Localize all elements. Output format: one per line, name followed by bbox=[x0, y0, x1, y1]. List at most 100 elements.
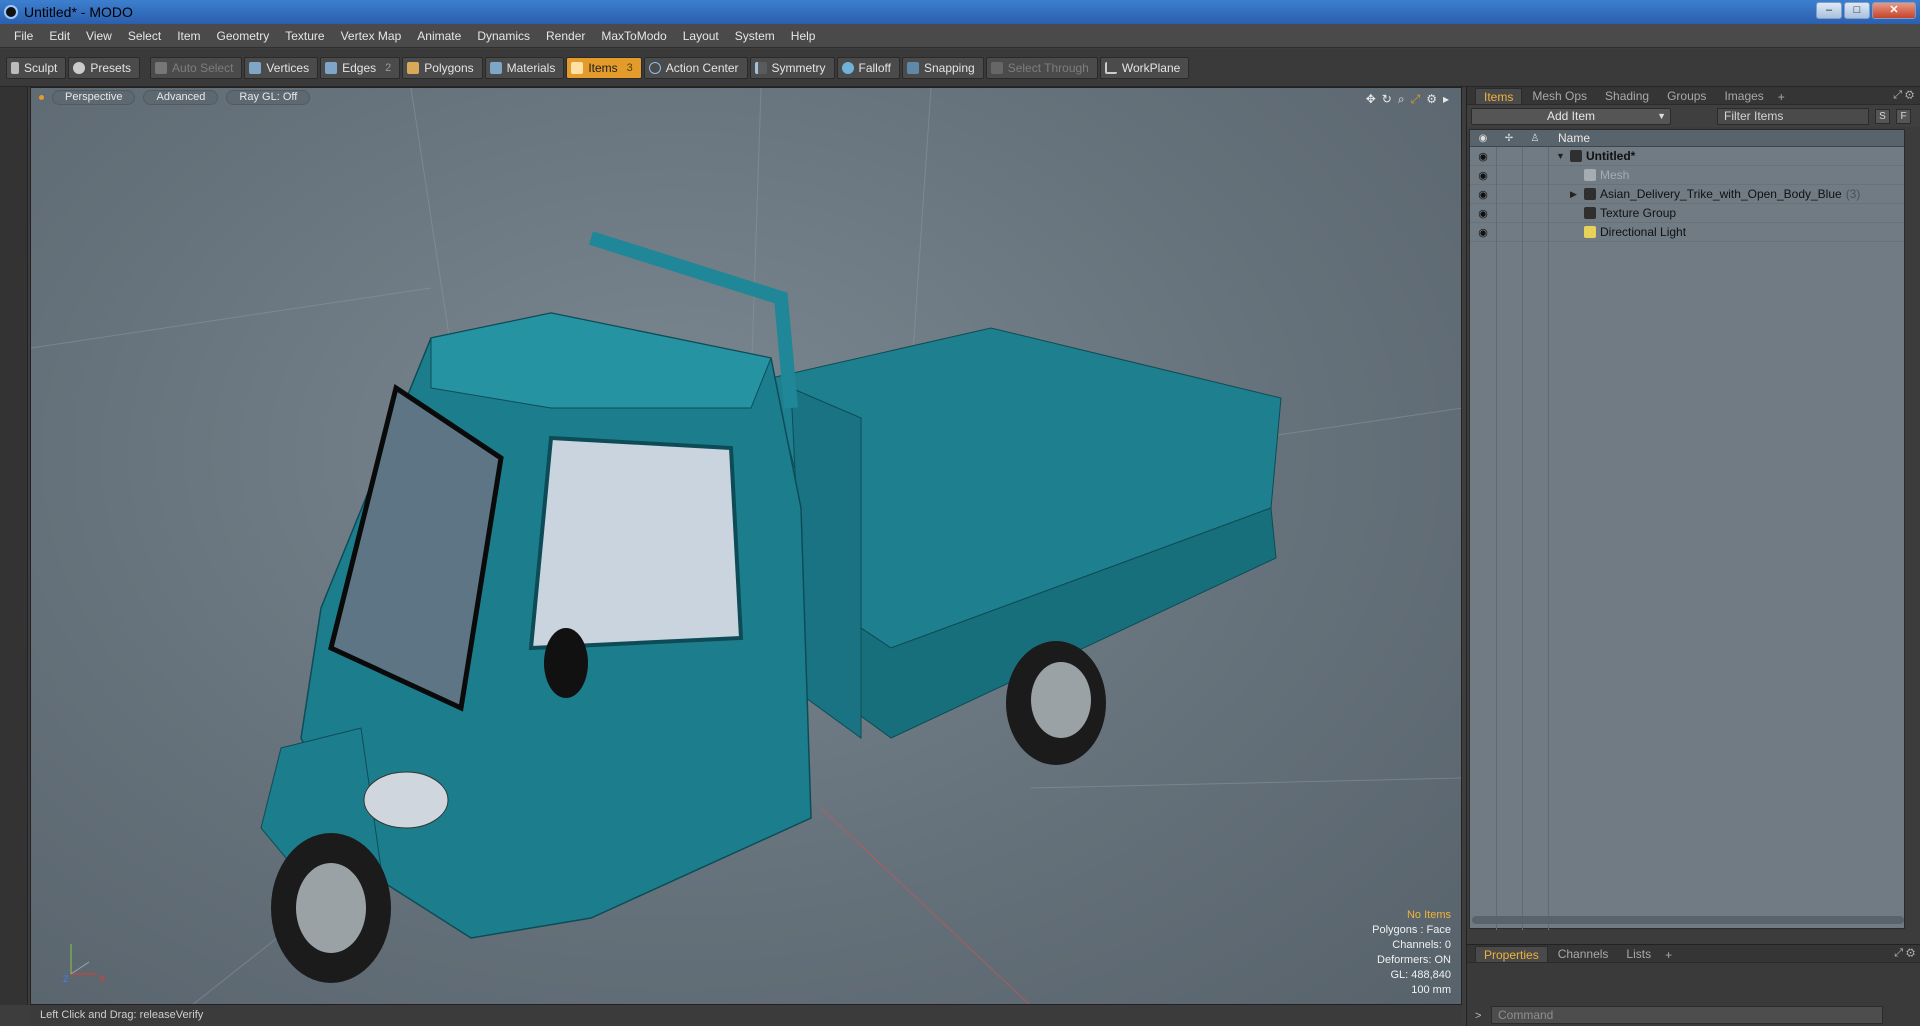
menu-maxtomodo[interactable]: MaxToModo bbox=[593, 29, 674, 43]
list-item[interactable]: ◉ ▼ Untitled* bbox=[1470, 147, 1904, 166]
menu-vertex-map[interactable]: Vertex Map bbox=[333, 29, 410, 43]
items-label: Items bbox=[588, 60, 618, 75]
menu-item[interactable]: Item bbox=[169, 29, 208, 43]
snapping-label: Snapping bbox=[923, 60, 975, 75]
crosshair-icon bbox=[648, 61, 661, 74]
minimize-button[interactable]: – bbox=[1816, 2, 1842, 19]
list-item[interactable]: ◉ Directional Light bbox=[1470, 223, 1904, 242]
list-item[interactable]: ◉ Texture Group bbox=[1470, 204, 1904, 223]
menu-view[interactable]: View bbox=[78, 29, 120, 43]
eye-icon[interactable]: ◉ bbox=[1470, 169, 1496, 182]
menu-select[interactable]: Select bbox=[120, 29, 169, 43]
visibility-column-eye-icon[interactable]: ◉ bbox=[1470, 133, 1496, 144]
zoom-icon[interactable]: ⌕ bbox=[1398, 92, 1405, 107]
add-tab-icon[interactable]: + bbox=[1661, 948, 1676, 962]
fit-icon[interactable]: ⤢ bbox=[1411, 92, 1421, 107]
item-list[interactable]: ◉ ✢ ♙ Name ◉ ▼ Untitled* ◉ Mesh ◉ ▶ Asian_… bbox=[1469, 129, 1905, 930]
polygons-label: Polygons bbox=[424, 60, 474, 75]
view-type-button[interactable]: Perspective bbox=[52, 89, 136, 105]
rotate-icon[interactable]: ↻ bbox=[1382, 92, 1392, 107]
workplane-button[interactable]: WorkPlane bbox=[1099, 56, 1190, 79]
tab-properties[interactable]: Properties bbox=[1475, 946, 1548, 962]
menu-file[interactable]: File bbox=[6, 29, 41, 43]
menu-render[interactable]: Render bbox=[538, 29, 593, 43]
tab-images[interactable]: Images bbox=[1716, 88, 1771, 104]
add-tab-icon[interactable]: + bbox=[1774, 90, 1789, 104]
eye-icon[interactable]: ◉ bbox=[1470, 150, 1496, 163]
raygl-button[interactable]: Ray GL: Off bbox=[226, 89, 311, 105]
tab-channels[interactable]: Channels bbox=[1550, 946, 1617, 962]
vertices-button[interactable]: Vertices bbox=[244, 56, 319, 79]
items-button[interactable]: Items 3 bbox=[566, 56, 642, 79]
list-item[interactable]: ◉ Mesh bbox=[1470, 166, 1904, 185]
eye-icon[interactable]: ◉ bbox=[1470, 226, 1496, 239]
menu-edit[interactable]: Edit bbox=[41, 29, 78, 43]
symmetry-label: Symmetry bbox=[771, 60, 826, 75]
eye-icon[interactable]: ◉ bbox=[1470, 207, 1496, 220]
filter-f-button[interactable]: F bbox=[1896, 108, 1911, 124]
lock-column-icon[interactable]: ✢ bbox=[1496, 133, 1522, 144]
select-through-button[interactable]: Select Through bbox=[985, 56, 1098, 79]
group-icon bbox=[1584, 188, 1596, 200]
3d-viewport[interactable]: Perspective Advanced Ray GL: Off ✥ ↻ ⌕ ⤢… bbox=[30, 87, 1462, 1005]
filter-items-input[interactable]: Filter Items bbox=[1717, 107, 1869, 125]
tab-groups[interactable]: Groups bbox=[1659, 88, 1714, 104]
eye-icon[interactable]: ◉ bbox=[1470, 188, 1496, 201]
list-item[interactable]: ◉ ▶ Asian_Delivery_Trike_with_Open_Body_B… bbox=[1470, 185, 1904, 204]
tab-mesh-ops[interactable]: Mesh Ops bbox=[1524, 88, 1595, 104]
sculpt-button[interactable]: Sculpt bbox=[6, 56, 67, 79]
selection-info: No Items bbox=[1406, 909, 1451, 921]
filter-s-button[interactable]: S bbox=[1875, 108, 1890, 124]
properties-tabs: Properties Channels Lists + ⤢ ⚙ bbox=[1467, 945, 1920, 963]
viewport-menu-dot[interactable] bbox=[39, 94, 44, 100]
name-column-header[interactable]: Name bbox=[1558, 131, 1590, 145]
gear-icon[interactable]: ⚙ bbox=[1426, 92, 1437, 107]
menu-help[interactable]: Help bbox=[783, 29, 824, 43]
pan-icon[interactable]: ✥ bbox=[1366, 92, 1376, 107]
symmetry-button[interactable]: Symmetry bbox=[749, 56, 835, 79]
edges-button[interactable]: Edges 2 bbox=[320, 56, 401, 79]
materials-button[interactable]: Materials bbox=[484, 56, 565, 79]
expand-arrow-icon[interactable]: ▶ bbox=[1570, 189, 1580, 200]
add-item-button[interactable]: Add Item ▼ bbox=[1471, 107, 1671, 125]
expand-arrow-icon[interactable]: ▼ bbox=[1556, 151, 1566, 161]
scene-name: Untitled* bbox=[1586, 149, 1636, 163]
play-arrow-icon[interactable]: ▸ bbox=[1443, 92, 1449, 107]
shading-style-button[interactable]: Advanced bbox=[143, 89, 219, 105]
edges-icon bbox=[325, 61, 338, 74]
falloff-button[interactable]: Falloff bbox=[836, 56, 900, 79]
snapping-icon bbox=[906, 61, 919, 74]
menu-dynamics[interactable]: Dynamics bbox=[469, 29, 538, 43]
polygons-icon bbox=[407, 61, 420, 74]
tab-items[interactable]: Items bbox=[1475, 88, 1523, 104]
presets-button[interactable]: Presets bbox=[68, 56, 141, 79]
panel-options-icon[interactable]: ⤢ ⚙ bbox=[1893, 89, 1914, 102]
action-center-button[interactable]: Action Center bbox=[643, 56, 748, 79]
command-input[interactable]: Command bbox=[1491, 1006, 1883, 1024]
menu-animate[interactable]: Animate bbox=[409, 29, 469, 43]
menu-layout[interactable]: Layout bbox=[675, 29, 727, 43]
viewport-info: No Items Polygons : Face Channels: 0 Def… bbox=[1372, 908, 1451, 998]
tab-lists[interactable]: Lists bbox=[1618, 946, 1659, 962]
close-button[interactable]: ✕ bbox=[1872, 2, 1916, 19]
main-toolbar: Sculpt Presets Auto Select Vertices Edge… bbox=[0, 49, 1920, 87]
channels-info: Channels: 0 bbox=[1392, 939, 1451, 951]
menu-system[interactable]: System bbox=[727, 29, 783, 43]
snapping-button[interactable]: Snapping bbox=[901, 56, 984, 79]
polygons-button[interactable]: Polygons bbox=[402, 56, 483, 79]
auto-select-button[interactable]: Auto Select bbox=[150, 56, 243, 79]
menu-texture[interactable]: Texture bbox=[277, 29, 332, 43]
panel-tabs: Items Mesh Ops Shading Groups Images + ⤢… bbox=[1467, 87, 1920, 105]
auto-select-label: Auto Select bbox=[172, 60, 234, 75]
maximize-button[interactable]: □ bbox=[1844, 2, 1870, 19]
texture-group-name: Texture Group bbox=[1600, 206, 1677, 220]
items-icon bbox=[571, 61, 584, 74]
render-column-icon[interactable]: ♙ bbox=[1522, 133, 1548, 144]
tab-shading[interactable]: Shading bbox=[1597, 88, 1657, 104]
horizontal-scrollbar[interactable] bbox=[1472, 916, 1904, 924]
left-tool-strip[interactable] bbox=[0, 87, 28, 1005]
panel-options-icon[interactable]: ⤢ ⚙ bbox=[1894, 947, 1915, 960]
light-icon bbox=[1584, 226, 1596, 238]
menu-geometry[interactable]: Geometry bbox=[209, 29, 278, 43]
brush-icon bbox=[11, 61, 19, 74]
